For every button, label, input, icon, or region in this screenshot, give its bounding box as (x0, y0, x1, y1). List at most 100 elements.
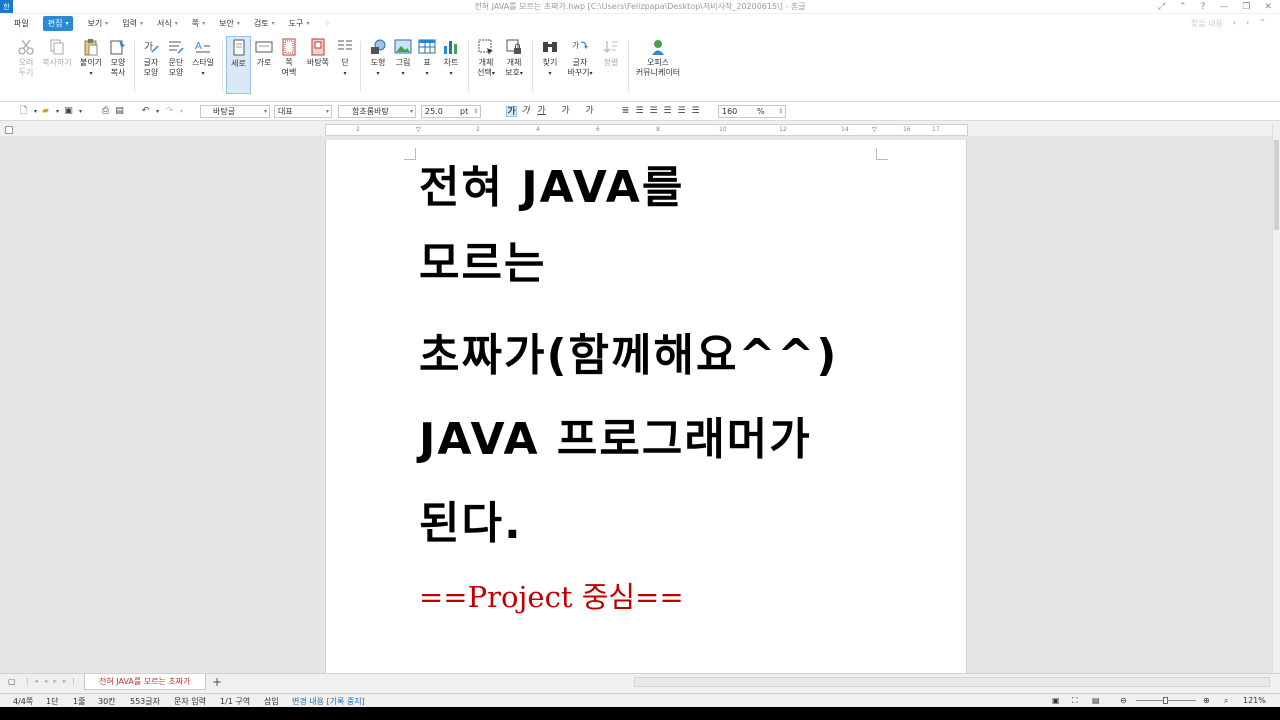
add-tab-button[interactable]: + (212, 675, 222, 689)
horizontal-ruler[interactable]: 2 ▽ 2 4 6 8 10 12 14 ▽ 16 17 (325, 124, 968, 136)
minimize-ribbon-icon[interactable]: ⌃ (1179, 2, 1187, 12)
menu-view[interactable]: 보기 ▾ (87, 18, 108, 29)
status-insert-mode[interactable]: 삽입 (264, 696, 279, 707)
background-page-button[interactable]: 바탕쪽 (303, 38, 333, 68)
object-select-button[interactable]: 개체 선택▾ (472, 38, 500, 79)
preview-icon[interactable]: ▤ (114, 106, 125, 117)
chevron-down-icon[interactable]: ▾ (52, 106, 63, 117)
menu-review[interactable]: 검토 ▾ (254, 18, 275, 29)
menu-edit[interactable]: 편집 ▾ (42, 16, 74, 31)
doc-subtitle[interactable]: ==Project 중심== (419, 574, 684, 616)
bold-icon[interactable]: 가 (506, 106, 517, 117)
maximize-icon[interactable]: ❐ (1242, 2, 1250, 12)
view-fit-icon[interactable]: ⛶ (1072, 696, 1078, 706)
align-justify-icon[interactable]: ≣ (620, 106, 631, 117)
object-protect-button[interactable]: 개체 보호▾ (500, 38, 528, 79)
tab-document[interactable]: 전혀 JAVA를 모르는 초짜가 (84, 674, 206, 690)
office-communicator-button[interactable]: 오피스 커뮤니케이터 (633, 38, 683, 78)
font-select[interactable]: 함초롬바탕 ▾ (338, 105, 416, 118)
restore-icon[interactable]: ⤢ (1158, 2, 1165, 12)
replace-button[interactable]: 가 글자 바꾸기▾ (564, 38, 596, 79)
align-right-icon[interactable]: ☰ (662, 106, 673, 117)
ribbon-collapse-icon[interactable]: ⌃ (1259, 18, 1266, 29)
align-left-icon[interactable]: ☰ (634, 106, 645, 117)
tab-navigation-icons[interactable]: |◂◂▸▸| (26, 677, 81, 685)
italic-icon[interactable]: 가 (520, 106, 531, 117)
chevron-down-icon[interactable]: ▾ (75, 106, 86, 117)
copy-button[interactable]: 복사하기 (41, 38, 73, 68)
zoom-slider-handle[interactable] (1163, 697, 1168, 704)
strikethrough-icon[interactable]: 가 (560, 106, 571, 117)
doc-line-4[interactable]: JAVA 프로그래머가 (419, 414, 812, 466)
para-shape-button[interactable]: 문단 모양 (162, 38, 190, 78)
tab-list-icon[interactable]: ▢ (8, 677, 16, 686)
align-center-icon[interactable]: ☰ (648, 106, 659, 117)
doc-line-3[interactable]: 초짜가(함께해요^^) (419, 330, 838, 382)
prev-icon[interactable]: ‹ (1233, 18, 1236, 29)
distribute-icon[interactable]: ☰ (676, 106, 687, 117)
view-normal-icon[interactable]: ▣ (1052, 696, 1060, 705)
arrange-button[interactable]: 정렬 (597, 38, 625, 68)
picture-button[interactable]: 그림 ▾ (391, 38, 415, 79)
vertical-orientation-button[interactable]: 세로 (226, 36, 251, 94)
quick-search[interactable]: 찾을 내용 (1191, 18, 1223, 29)
menu-format[interactable]: 서식 ▾ (157, 18, 178, 29)
style-button[interactable]: A 스타일 ▾ (188, 38, 218, 79)
status-input-mode[interactable]: 문자 입력 (174, 696, 206, 707)
view-page-icon[interactable]: ▤ (1092, 696, 1100, 705)
zoom-search-icon[interactable]: ⌕ (1224, 696, 1228, 706)
next-icon[interactable]: › (1246, 18, 1249, 29)
char-shape-button[interactable]: 가 글자 모양 (137, 38, 165, 78)
new-document-icon[interactable]: 🗋 (18, 106, 29, 117)
document-area: 전혀 JAVA를 모르는 초짜가(함께해요^^) JAVA 프로그래머가 된다.… (0, 136, 1272, 680)
columns-label: 단 (341, 58, 349, 67)
menu-file[interactable]: 파일 (14, 18, 29, 29)
font-color-icon[interactable]: 가 (584, 106, 595, 117)
page-margin-button[interactable]: 쪽 여백 (277, 38, 301, 78)
chevron-down-icon: ▾ (449, 70, 453, 77)
doc-line-5[interactable]: 된다. (419, 498, 523, 550)
scrollbar-thumb[interactable] (1274, 140, 1279, 230)
open-folder-icon[interactable]: ▰ (40, 106, 51, 117)
help-icon[interactable]: ? (1201, 2, 1206, 12)
shape-button[interactable]: 도형 ▾ (365, 38, 391, 79)
paste-button[interactable]: 붙이기 ▾ (77, 38, 105, 79)
ruler-corner[interactable] (5, 126, 13, 134)
chevron-down-icon[interactable]: ▾ (176, 106, 187, 117)
chevron-down-icon[interactable]: ▾ (152, 106, 163, 117)
language-select[interactable]: 대표 ▾ (274, 105, 332, 118)
zoom-out-icon[interactable]: ⊖ (1120, 696, 1127, 705)
document-page[interactable]: 전혀 JAVA를 모르는 초짜가(함께해요^^) JAVA 프로그래머가 된다.… (325, 140, 967, 680)
undo-icon[interactable]: ↶ (140, 106, 151, 117)
zoom-in-icon[interactable]: ⊕ (1203, 696, 1210, 705)
close-icon[interactable]: ✕ (1264, 2, 1272, 12)
columns-button[interactable]: 단 ▾ (334, 38, 356, 79)
format-copy-button[interactable]: 모양 복사 (104, 38, 132, 78)
minimize-icon[interactable]: — (1219, 2, 1228, 12)
doc-line-1[interactable]: 전혀 JAVA를 (419, 162, 684, 214)
print-icon[interactable]: ⎙ (100, 106, 111, 117)
zoom-input[interactable]: 160 % ⇕ (718, 105, 786, 118)
status-zoom[interactable]: 121% (1243, 696, 1266, 705)
menu-insert[interactable]: 입력 ▾ (122, 18, 143, 29)
toolbox-icon[interactable]: ✧ (323, 19, 331, 29)
menu-page[interactable]: 쪽 ▾ (192, 18, 205, 29)
save-icon[interactable]: ▣ (63, 106, 74, 117)
underline-icon[interactable]: 가 (536, 106, 547, 117)
status-page[interactable]: 4/4쪽 (13, 696, 33, 707)
chart-button[interactable]: 차트 ▾ (439, 38, 463, 79)
horizontal-orientation-button[interactable]: 가로 (252, 38, 276, 68)
status-track-changes[interactable]: 변경 내용 [기록 중지] (292, 696, 365, 707)
doc-line-2[interactable]: 모르는 (419, 238, 546, 290)
find-button[interactable]: 찾기 ▾ (536, 38, 564, 79)
redo-icon[interactable]: ↷ (164, 106, 175, 117)
style-select[interactable]: 바탕글 ▾ (200, 105, 270, 118)
divide-icon[interactable]: ☰ (690, 106, 701, 117)
table-button[interactable]: 표 ▾ (415, 38, 439, 79)
menu-security[interactable]: 보안 ▾ (219, 18, 240, 29)
vertical-scrollbar[interactable] (1272, 124, 1280, 674)
font-size-input[interactable]: 25.0 pt ⇕ (421, 105, 481, 118)
menu-tools[interactable]: 도구 ▾ (289, 18, 310, 29)
horizontal-scrollbar[interactable] (634, 677, 1270, 687)
cut-button[interactable]: 오려 두기 (12, 38, 40, 78)
